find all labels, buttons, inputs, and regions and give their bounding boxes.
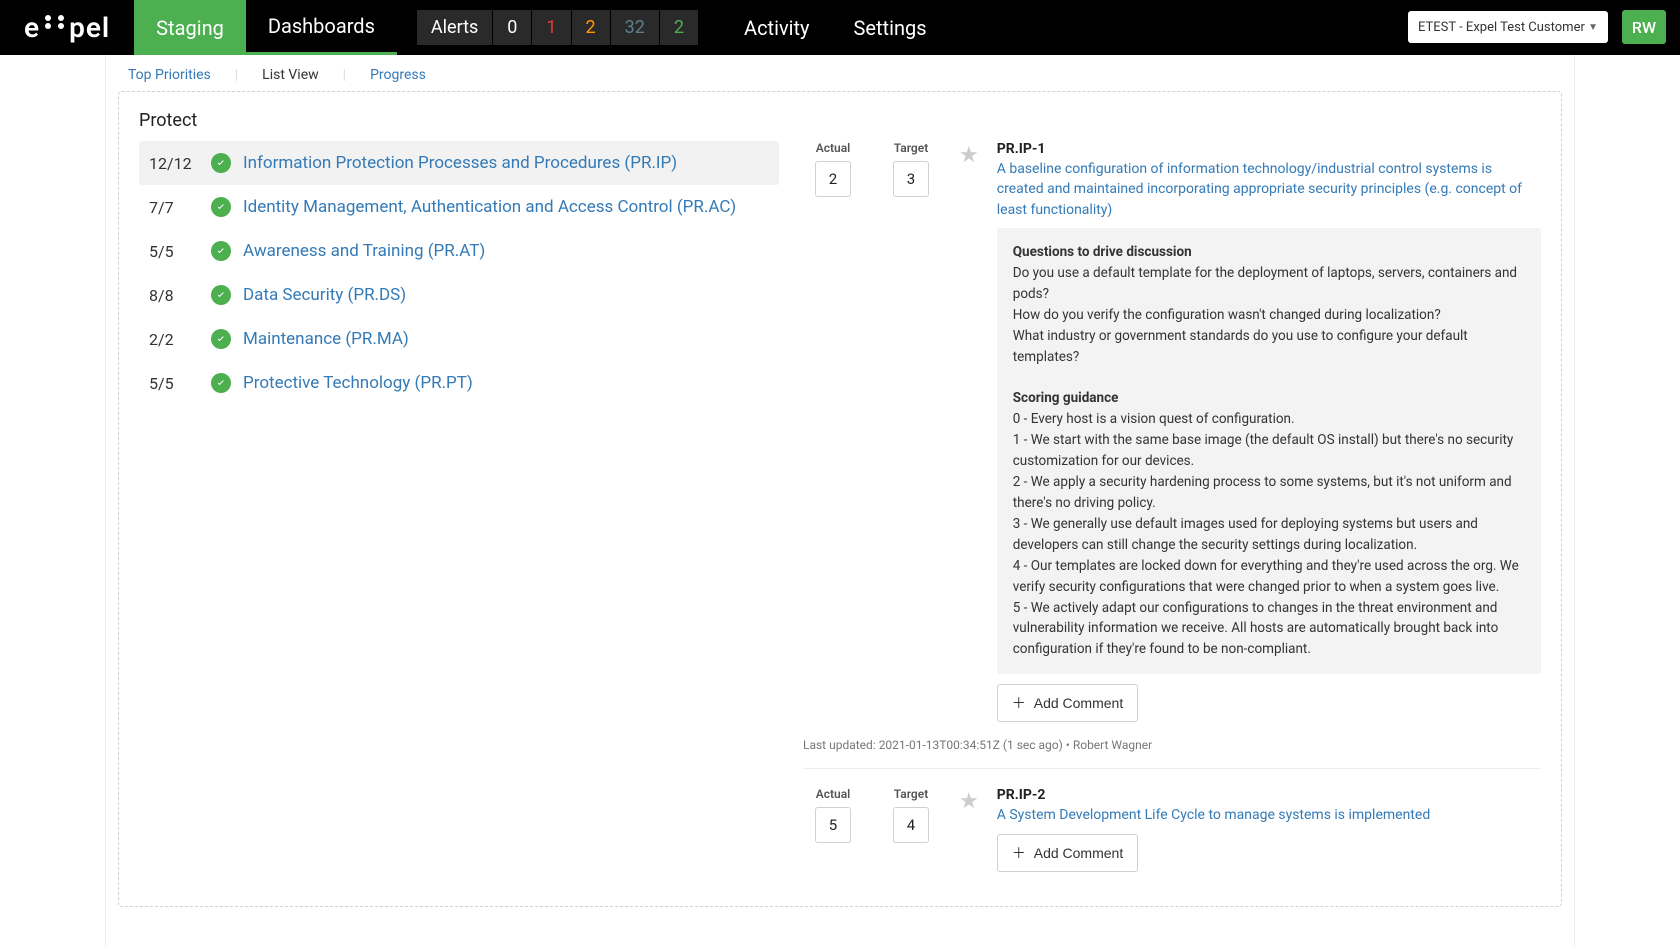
alert-count-3[interactable]: 32: [611, 10, 660, 45]
scoring-text: 5 - We actively adapt our configurations…: [1013, 598, 1525, 661]
nav-dashboards[interactable]: Dashboards: [246, 0, 397, 55]
question-text: What industry or government standards do…: [1013, 326, 1525, 368]
check-circle-icon: [211, 241, 231, 261]
alert-count-0[interactable]: 0: [493, 10, 532, 45]
top-nav-bar: epel Staging Dashboards Alerts 0 1 2 32 …: [0, 0, 1680, 55]
actual-score-input[interactable]: 2: [815, 161, 851, 197]
control-code: PR.IP-2: [997, 787, 1541, 803]
check-circle-icon: [211, 153, 231, 173]
customer-selector-label: ETEST - Expel Test Customer: [1418, 20, 1585, 35]
category-list: 12/12 Information Protection Processes an…: [139, 141, 779, 878]
actual-score-input[interactable]: 5: [815, 807, 851, 843]
category-count: 2/2: [149, 330, 199, 349]
category-row[interactable]: 7/7 Identity Management, Authentication a…: [139, 185, 779, 229]
scoring-text: 1 - We start with the same base image (t…: [1013, 430, 1525, 472]
caret-down-icon: ▼: [1588, 22, 1598, 33]
category-row[interactable]: 5/5 Awareness and Training (PR.AT): [139, 229, 779, 273]
star-icon[interactable]: ★: [959, 143, 979, 722]
control-title-link[interactable]: A baseline configuration of information …: [997, 159, 1541, 220]
scoring-text: 2 - We apply a security hardening proces…: [1013, 472, 1525, 514]
alert-count-2[interactable]: 2: [572, 10, 611, 45]
target-label: Target: [894, 141, 929, 155]
category-count: 7/7: [149, 198, 199, 217]
actual-label: Actual: [816, 787, 851, 801]
category-link[interactable]: Protective Technology (PR.PT): [243, 373, 473, 393]
category-link[interactable]: Information Protection Processes and Pro…: [243, 153, 677, 173]
questions-heading: Questions to drive discussion: [1013, 242, 1525, 263]
subtab-progress[interactable]: Progress: [370, 67, 426, 83]
nav-staging[interactable]: Staging: [134, 0, 246, 55]
add-comment-button[interactable]: ＋ Add Comment: [997, 684, 1138, 722]
user-avatar[interactable]: RW: [1622, 10, 1666, 44]
alert-count-4[interactable]: 2: [660, 10, 698, 45]
category-row[interactable]: 2/2 Maintenance (PR.MA): [139, 317, 779, 361]
alerts-group: Alerts 0 1 2 32 2: [417, 0, 698, 55]
divider: [803, 768, 1541, 769]
nav-alerts[interactable]: Alerts: [417, 10, 493, 45]
star-icon[interactable]: ★: [959, 789, 979, 871]
subtab-list-view[interactable]: List View: [262, 67, 319, 83]
category-link[interactable]: Identity Management, Authentication and …: [243, 197, 736, 217]
customer-selector[interactable]: ETEST - Expel Test Customer ▼: [1408, 11, 1608, 43]
check-circle-icon: [211, 197, 231, 217]
logo-left: e: [24, 11, 40, 44]
question-text: Do you use a default template for the de…: [1013, 263, 1525, 305]
guidance-box: Questions to drive discussion Do you use…: [997, 228, 1541, 674]
category-row[interactable]: 5/5 Protective Technology (PR.PT): [139, 361, 779, 405]
alert-count-1[interactable]: 1: [532, 10, 571, 45]
target-score-input[interactable]: 4: [893, 807, 929, 843]
target-label: Target: [894, 787, 929, 801]
scoring-text: 4 - Our templates are locked down for ev…: [1013, 556, 1525, 598]
nav-activity[interactable]: Activity: [722, 0, 831, 55]
category-row[interactable]: 12/12 Information Protection Processes an…: [139, 141, 779, 185]
add-comment-label: Add Comment: [1034, 695, 1123, 711]
plus-icon: ＋: [1012, 693, 1026, 713]
control-item: Actual 5 Target 4 ★ PR.IP-2 A System Dev…: [803, 787, 1541, 877]
section-title: Protect: [139, 110, 1541, 131]
nav-settings[interactable]: Settings: [832, 0, 949, 55]
logo-right: pel: [69, 11, 110, 44]
last-updated-meta: Last updated: 2021-01-13T00:34:51Z (1 se…: [803, 738, 1541, 752]
brand-logo: epel: [0, 0, 134, 55]
scoring-heading: Scoring guidance: [1013, 388, 1525, 409]
category-count: 12/12: [149, 154, 199, 173]
scoring-text: 3 - We generally use default images used…: [1013, 514, 1525, 556]
category-count: 8/8: [149, 286, 199, 305]
check-circle-icon: [211, 373, 231, 393]
actual-label: Actual: [816, 141, 851, 155]
category-link[interactable]: Maintenance (PR.MA): [243, 329, 409, 349]
control-code: PR.IP-1: [997, 141, 1541, 157]
question-text: How do you verify the configuration wasn…: [1013, 305, 1525, 326]
check-circle-icon: [211, 285, 231, 305]
category-count: 5/5: [149, 242, 199, 261]
category-link[interactable]: Data Security (PR.DS): [243, 285, 406, 305]
control-item: Actual 2 Target 3 ★ PR.IP-1 A baseline c…: [803, 141, 1541, 728]
category-link[interactable]: Awareness and Training (PR.AT): [243, 241, 485, 261]
control-title-link[interactable]: A System Development Life Cycle to manag…: [997, 805, 1541, 825]
subtabs: Top Priorities | List View | Progress: [118, 55, 1562, 91]
category-row[interactable]: 8/8 Data Security (PR.DS): [139, 273, 779, 317]
subtab-top-priorities[interactable]: Top Priorities: [128, 67, 211, 83]
target-score-input[interactable]: 3: [893, 161, 929, 197]
scoring-text: 0 - Every host is a vision quest of conf…: [1013, 409, 1525, 430]
category-count: 5/5: [149, 374, 199, 393]
check-circle-icon: [211, 329, 231, 349]
